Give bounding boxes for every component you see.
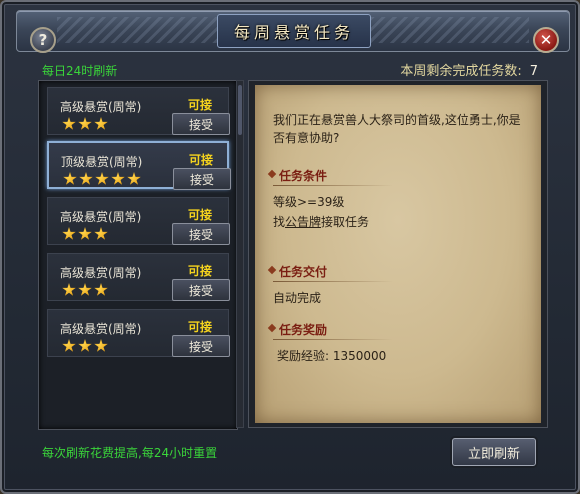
task-status: 可接 (188, 98, 213, 112)
delivery-heading: 任务交付 (273, 263, 394, 282)
star-icon (78, 339, 92, 352)
task-status: 可接 (188, 208, 213, 222)
refresh-info: 每日24时刷新 (42, 64, 118, 78)
task-name: 高级悬赏(周常) (60, 210, 142, 224)
star-icon (79, 172, 93, 185)
star-icon (78, 117, 92, 130)
notice-board-link[interactable]: 公告牌 (285, 215, 321, 229)
task-item[interactable]: 高级悬赏(周常) 可接 接受 (47, 197, 230, 245)
conditions-heading: 任务条件 (273, 167, 394, 186)
remaining-tasks: 本周剩余完成任务数: 7 (400, 60, 538, 79)
task-status: 可接 (188, 320, 213, 334)
star-icon (62, 227, 76, 240)
accept-button[interactable]: 接受 (172, 223, 230, 245)
help-icon[interactable]: ? (30, 27, 56, 53)
condition-level: 等级>=39级 (273, 195, 345, 209)
star-icon (78, 227, 92, 240)
task-name: 高级悬赏(周常) (60, 322, 142, 336)
star-rating (62, 283, 108, 297)
task-name: 高级悬赏(周常) (60, 100, 142, 114)
star-icon (94, 283, 108, 296)
scrollbar-thumb[interactable] (238, 85, 242, 135)
star-icon (94, 227, 108, 240)
task-item-selected[interactable]: 顶级悬赏(周常) 可接 接受 (47, 141, 231, 190)
star-icon (111, 172, 125, 185)
star-icon (78, 283, 92, 296)
task-status: 可接 (189, 153, 214, 167)
remaining-count: 7 (529, 64, 538, 79)
star-rating (62, 117, 108, 131)
task-list: 高级悬赏(周常) 可接 接受 顶级悬赏(周常) 可接 接受 高级悬赏(周常) 可… (38, 80, 238, 430)
star-icon (95, 172, 109, 185)
task-name: 顶级悬赏(周常) (61, 155, 143, 169)
task-item[interactable]: 高级悬赏(周常) 可接 接受 (47, 253, 230, 301)
accept-button[interactable]: 接受 (172, 113, 230, 135)
task-intro: 我们正在悬赏兽人大祭司的首级,这位勇士,你是否有意协助? (273, 113, 521, 145)
accept-button[interactable]: 接受 (172, 335, 230, 357)
accept-button[interactable]: 接受 (172, 279, 230, 301)
star-icon (127, 172, 141, 185)
reward-text: 奖励经验: 1350000 (277, 349, 387, 363)
star-icon (62, 117, 76, 130)
star-icon (94, 117, 108, 130)
title-bar: 每周悬赏任务 (16, 10, 570, 52)
task-list-scrollbar[interactable] (236, 80, 244, 428)
star-icon (94, 339, 108, 352)
star-icon (63, 172, 77, 185)
star-rating (62, 227, 108, 241)
condition-find-suffix: 接取任务 (321, 215, 370, 229)
task-detail-panel: 我们正在悬赏兽人大祭司的首级,这位勇士,你是否有意协助? 任务条件 等级>=39… (248, 80, 548, 428)
star-rating (63, 172, 141, 186)
title-plate: 每周悬赏任务 (217, 14, 371, 48)
star-icon (62, 283, 76, 296)
window-title: 每周悬赏任务 (233, 23, 354, 42)
task-name: 高级悬赏(周常) (60, 266, 142, 280)
delivery-text: 自动完成 (273, 291, 322, 305)
reward-heading: 任务奖励 (273, 321, 394, 340)
star-icon (62, 339, 76, 352)
remaining-label: 本周剩余完成任务数: (400, 64, 522, 79)
task-item[interactable]: 高级悬赏(周常) 可接 接受 (47, 309, 230, 357)
refresh-cost-note: 每次刷新花费提高,每24小时重置 (42, 446, 218, 460)
parchment-scroll: 我们正在悬赏兽人大祭司的首级,这位勇士,你是否有意协助? 任务条件 等级>=39… (255, 85, 541, 423)
star-rating (62, 339, 108, 353)
condition-find-prefix: 找 (273, 215, 286, 229)
close-icon[interactable]: ✕ (533, 27, 559, 53)
accept-button[interactable]: 接受 (173, 168, 231, 190)
task-status: 可接 (188, 264, 213, 278)
task-item[interactable]: 高级悬赏(周常) 可接 接受 (47, 87, 230, 135)
condition-find: 找公告牌接取任务 (273, 213, 369, 231)
refresh-now-button[interactable]: 立即刷新 (452, 438, 536, 466)
